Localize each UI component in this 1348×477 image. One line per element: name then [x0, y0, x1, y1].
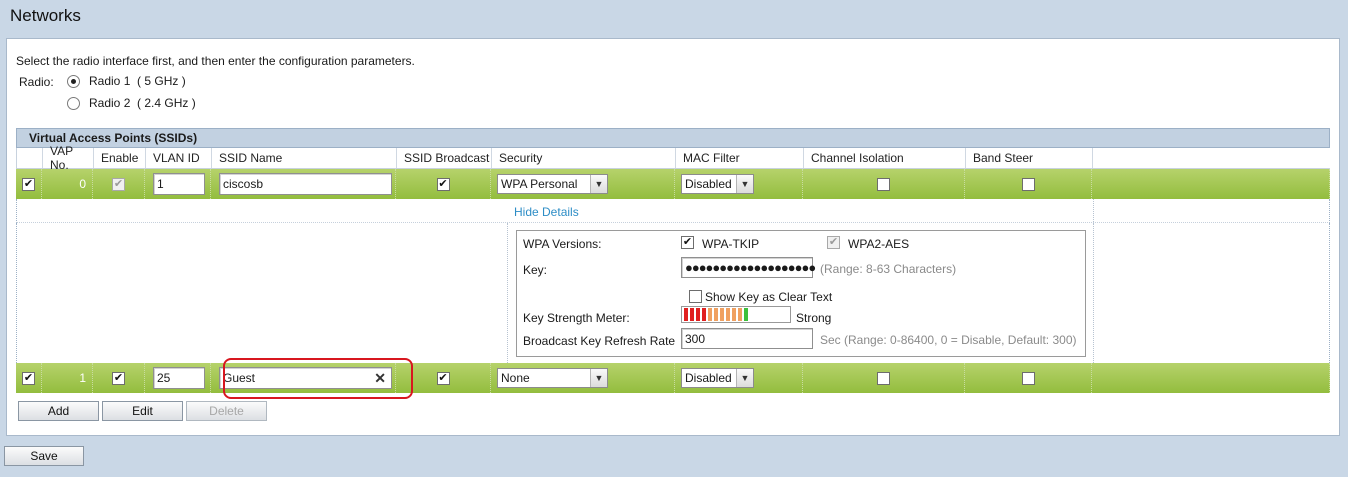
- row-0-mac-filter-value: Disabled: [685, 177, 732, 191]
- header-enable: Enable: [94, 148, 146, 168]
- row-1-ssid-input[interactable]: Guest ✕: [219, 367, 392, 389]
- radio-1-option[interactable]: Radio 1 ( 5 GHz ): [67, 74, 186, 88]
- vap-table-header: VAP No. Enable VLAN ID SSID Name SSID Br…: [16, 144, 1330, 172]
- add-button[interactable]: Add: [18, 401, 99, 421]
- row-0-vap-no: 0: [79, 177, 86, 191]
- chevron-down-icon: ▼: [590, 175, 607, 193]
- row-0-ssid-input[interactable]: ciscosb: [219, 173, 392, 195]
- refresh-rate-input[interactable]: 300: [681, 328, 813, 349]
- row-1-vlan-input[interactable]: 25: [153, 367, 205, 389]
- radio-1-label: Radio 1 ( 5 GHz ): [89, 74, 186, 88]
- delete-button: Delete: [186, 401, 267, 421]
- header-ssid-broadcast: SSID Broadcast: [397, 148, 492, 168]
- row-0-broadcast-checkbox[interactable]: ✔: [436, 177, 450, 191]
- wpa2-aes-label: WPA2-AES: [848, 237, 910, 251]
- row-1-ssid-value: Guest: [223, 371, 256, 385]
- header-security: Security: [492, 148, 676, 168]
- edit-button[interactable]: Edit: [102, 401, 183, 421]
- header-vlan-id: VLAN ID: [146, 148, 212, 168]
- details-row: WPA Versions: ✔ WPA-TKIP ✔ WPA2-AES Key:…: [16, 223, 1330, 363]
- row-1-vap-no: 1: [79, 371, 86, 385]
- details-link-row: Hide Details: [16, 199, 1330, 223]
- row-1-mac-filter-value: Disabled: [685, 371, 732, 385]
- wpa-versions-label: WPA Versions:: [523, 237, 602, 251]
- radio-label: Radio:: [19, 75, 54, 89]
- row-1-enable-checkbox[interactable]: ✔: [112, 371, 125, 385]
- radio-2-button[interactable]: [67, 96, 80, 110]
- row-1-channel-isolation-checkbox[interactable]: [877, 371, 890, 385]
- page-title: Networks: [10, 6, 81, 25]
- clear-icon[interactable]: ✕: [374, 370, 388, 387]
- vap-table: Virtual Access Points (SSIDs) VAP No. En…: [16, 128, 1330, 393]
- wpa-details-box: WPA Versions: ✔ WPA-TKIP ✔ WPA2-AES Key:…: [516, 230, 1086, 357]
- refresh-rate-hint: Sec (Range: 0-86400, 0 = Disable, Defaul…: [820, 333, 1077, 347]
- save-button[interactable]: Save: [4, 446, 84, 466]
- row-1-security-select[interactable]: None ▼: [497, 368, 608, 388]
- wpa-tkip-label: WPA-TKIP: [702, 237, 760, 251]
- key-input[interactable]: ●●●●●●●●●●●●●●●●●●●: [681, 257, 816, 278]
- row-0-select-checkbox[interactable]: ✔: [22, 177, 35, 191]
- row-1-select-checkbox[interactable]: ✔: [22, 371, 35, 385]
- hide-details-link[interactable]: Hide Details: [514, 205, 579, 219]
- key-strength-meter: [681, 306, 791, 323]
- header-spacer: [1093, 148, 1330, 168]
- header-select: [17, 148, 43, 168]
- row-0-security-value: WPA Personal: [501, 177, 578, 191]
- row-1-security-value: None: [501, 371, 530, 385]
- header-channel-isolation: Channel Isolation: [804, 148, 966, 168]
- vap-table-title: Virtual Access Points (SSIDs): [16, 128, 1330, 148]
- key-label: Key:: [523, 263, 548, 277]
- radio-2-label: Radio 2 ( 2.4 GHz ): [89, 96, 196, 110]
- row-0-band-steer-checkbox[interactable]: [1021, 177, 1035, 191]
- show-key-label: Show Key as Clear Text: [705, 290, 833, 304]
- chevron-down-icon: ▼: [590, 369, 607, 387]
- key-hint: (Range: 8-63 Characters): [820, 262, 957, 276]
- radio-1-button[interactable]: [67, 74, 80, 88]
- wpa2-aes-checkbox: ✔: [827, 236, 840, 249]
- radio-2-option[interactable]: Radio 2 ( 2.4 GHz ): [67, 96, 196, 110]
- row-1-mac-filter-select[interactable]: Disabled ▼: [681, 368, 754, 388]
- header-mac-filter: MAC Filter: [676, 148, 804, 168]
- chevron-down-icon: ▼: [736, 175, 753, 193]
- show-key-checkbox[interactable]: [689, 290, 702, 303]
- instructions-text: Select the radio interface first, and th…: [16, 54, 415, 68]
- row-1-band-steer-checkbox[interactable]: [1021, 371, 1035, 385]
- row-0-mac-filter-select[interactable]: Disabled ▼: [681, 174, 754, 194]
- wpa-tkip-checkbox[interactable]: ✔: [681, 236, 694, 249]
- header-ssid-name: SSID Name: [212, 148, 397, 168]
- strength-value: Strong: [796, 311, 832, 325]
- table-row: ✔ 0 ✔ 1 ciscosb ✔ WPA Personal ▼ Disable…: [16, 169, 1330, 199]
- networks-panel: Select the radio interface first, and th…: [6, 38, 1340, 436]
- header-vap-no: VAP No.: [43, 144, 94, 172]
- table-row: ✔ 1 ✔ 25 Guest ✕ ✔ None ▼ Disabled ▼: [16, 363, 1330, 393]
- header-band-steer: Band Steer: [966, 148, 1093, 168]
- row-0-vlan-input[interactable]: 1: [153, 173, 205, 195]
- row-0-channel-isolation-checkbox[interactable]: [877, 177, 890, 191]
- row-0-security-select[interactable]: WPA Personal ▼: [497, 174, 608, 194]
- chevron-down-icon: ▼: [736, 369, 753, 387]
- refresh-rate-label: Broadcast Key Refresh Rate: [523, 334, 676, 348]
- row-1-broadcast-checkbox[interactable]: ✔: [436, 371, 450, 385]
- row-0-enable-checkbox: ✔: [112, 177, 125, 191]
- strength-meter-label: Key Strength Meter:: [523, 311, 630, 325]
